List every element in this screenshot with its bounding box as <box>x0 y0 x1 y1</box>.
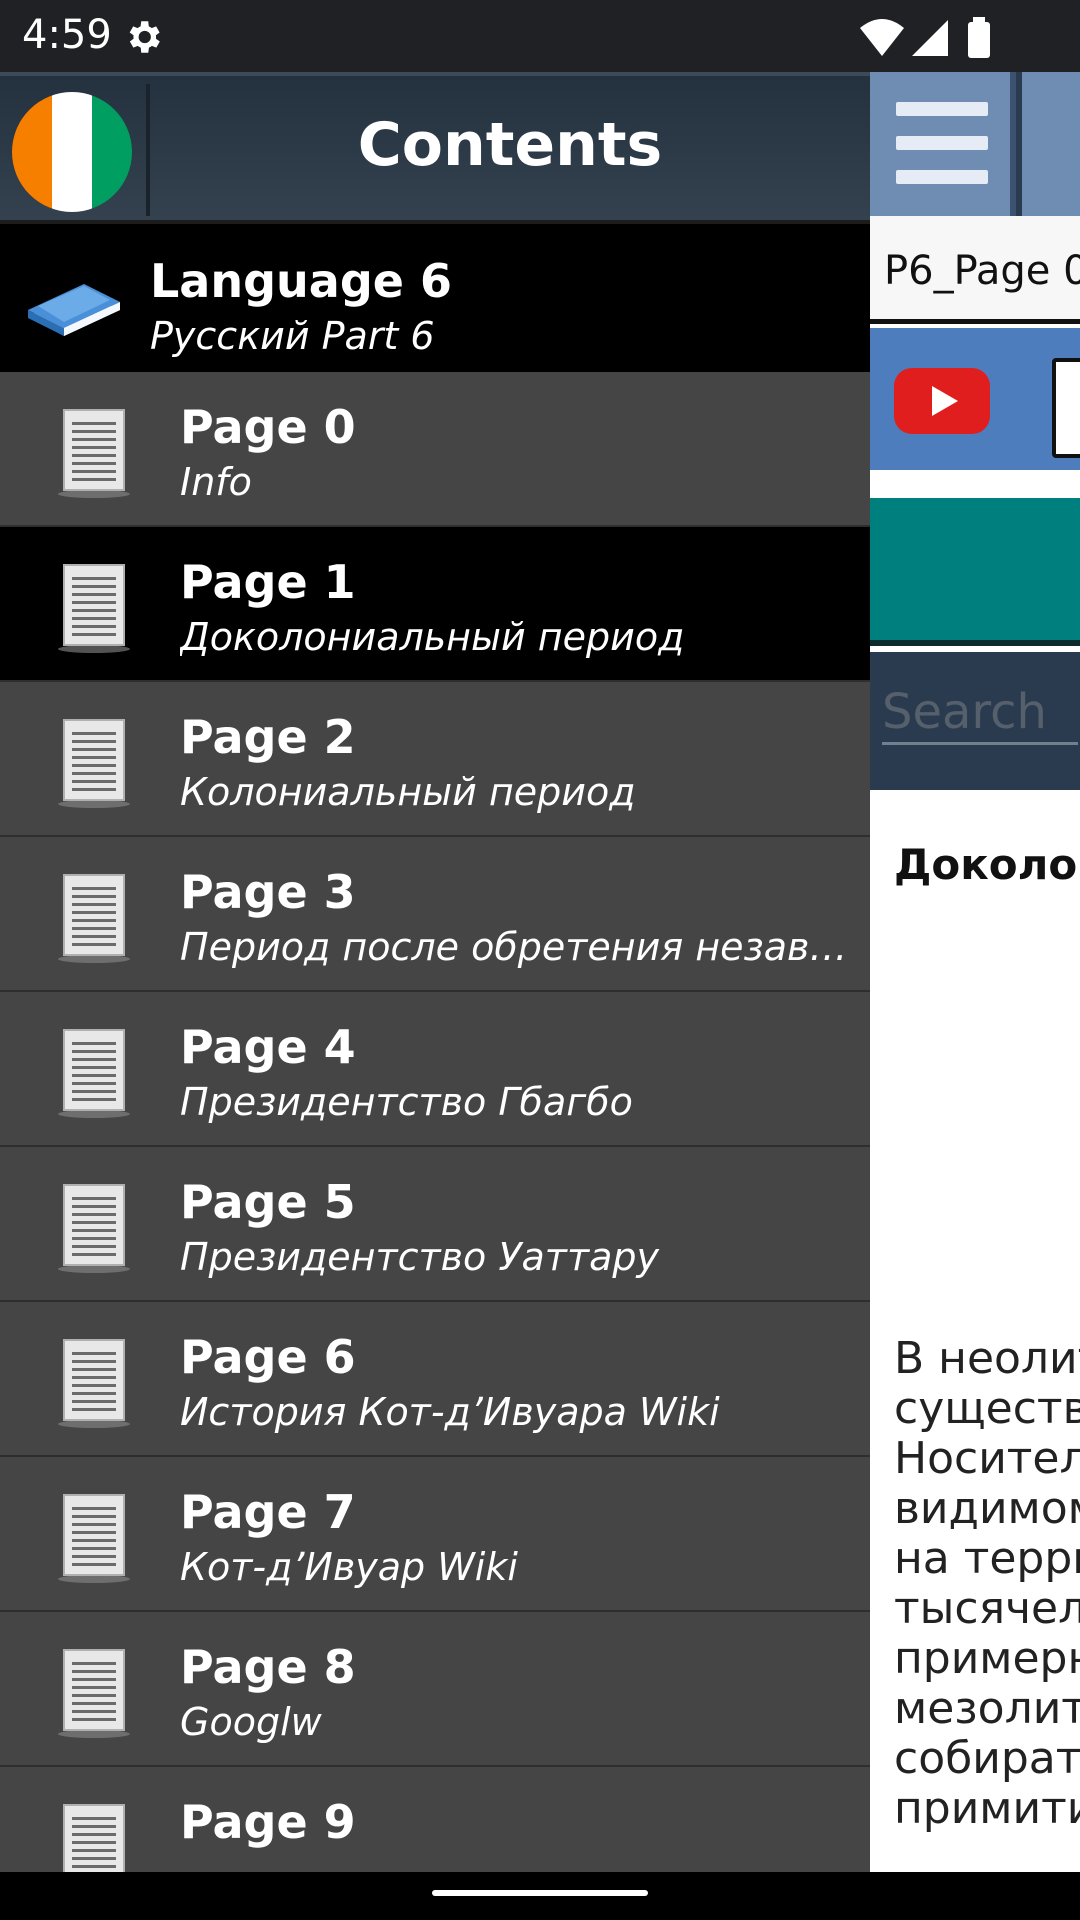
battery-icon <box>968 22 990 58</box>
navigation-drawer: Contents Language 6 Русский Part 6 Page … <box>0 72 870 1872</box>
content-page: P6_Page 0 Доколон В неолит существ Носит… <box>870 72 1080 1872</box>
page-item-title: Page 1 <box>180 555 356 609</box>
page-item-3[interactable]: Page 3 Период после обретения независимос… <box>0 837 870 992</box>
hamburger-icon-line <box>896 170 988 184</box>
page-item-subtitle: Президентство Гбагбо <box>180 1080 633 1124</box>
youtube-icon[interactable] <box>894 368 990 434</box>
article-line: мезолит <box>894 1683 1080 1734</box>
book-item[interactable]: Language 6 Русский Part 6 <box>0 224 870 372</box>
toolbar-button[interactable] <box>1022 72 1080 216</box>
drawer-title: Contents <box>357 110 663 180</box>
page-item-subtitle: Период после обретения независимости <box>180 925 860 969</box>
page-item-subtitle: Кот-д’Ивуар Wiki <box>180 1545 518 1589</box>
page-item-4[interactable]: Page 4 Президентство Гбагбо <box>0 992 870 1147</box>
page-item-title: Page 9 <box>180 1795 356 1849</box>
page-list: Page 0 Info Page 1 Доколониальный период Pag… <box>0 372 870 1872</box>
page-item-subtitle: Googlw <box>180 1700 322 1744</box>
document-icon <box>56 1803 132 1872</box>
book-subtitle: Русский Part 6 <box>150 314 435 358</box>
flag-stripe-white <box>52 92 92 212</box>
article-line: тысячел <box>894 1583 1080 1634</box>
hamburger-icon-line <box>896 136 988 150</box>
page-item-7[interactable]: Page 7 Кот-д’Ивуар Wiki <box>0 1457 870 1612</box>
page-name: P6_Page 0 <box>884 248 1080 294</box>
document-icon <box>56 1648 132 1738</box>
hamburger-icon <box>896 102 988 116</box>
page-item-subtitle: Колониальный период <box>180 770 636 814</box>
search-input[interactable] <box>882 682 1078 745</box>
status-bar: 4:59 <box>0 0 1080 72</box>
document-icon <box>56 1183 132 1273</box>
flag-stripe-green <box>92 92 132 212</box>
document-icon <box>56 1028 132 1118</box>
page-name-bar: P6_Page 0 <box>870 216 1080 324</box>
media-bar <box>870 328 1080 470</box>
navigation-bar <box>0 1872 1080 1920</box>
page-item-6[interactable]: Page 6 История Кот-д’Ивуара Wiki <box>0 1302 870 1457</box>
page-item-subtitle: Президентство Уаттару <box>180 1235 659 1279</box>
teal-banner <box>870 498 1080 646</box>
page-item-5[interactable]: Page 5 Президентство Уаттару <box>0 1147 870 1302</box>
article-text: В неолит существ Носител видимом на терр… <box>894 1334 1080 1834</box>
top-toolbar <box>870 72 1080 216</box>
page-item-9[interactable]: Page 9 <box>0 1767 870 1872</box>
wifi-icon <box>860 19 904 56</box>
book-title: Language 6 <box>150 254 452 308</box>
document-icon <box>56 563 132 653</box>
article-line: В неолит <box>894 1333 1080 1384</box>
page-item-0[interactable]: Page 0 Info <box>0 372 870 527</box>
document-icon <box>56 1338 132 1428</box>
drawer-header: Contents <box>0 72 870 220</box>
page-item-title: Page 3 <box>180 865 356 919</box>
page-item-title: Page 0 <box>180 400 356 454</box>
book-icon <box>28 284 120 336</box>
page-item-title: Page 6 <box>180 1330 356 1384</box>
page-item-title: Page 8 <box>180 1640 356 1694</box>
article-line: Носител <box>894 1433 1080 1484</box>
page-item-subtitle: История Кот-д’Ивуара Wiki <box>180 1390 720 1434</box>
page-item-1[interactable]: Page 1 Доколониальный период <box>0 527 870 682</box>
document-icon <box>56 1493 132 1583</box>
home-gesture-handle[interactable] <box>432 1890 648 1896</box>
status-time: 4:59 <box>22 12 112 58</box>
cell-signal-icon <box>912 20 948 56</box>
system-status-icons <box>860 17 990 58</box>
page-item-title: Page 7 <box>180 1485 356 1539</box>
document-icon <box>56 408 132 498</box>
page-item-subtitle: Info <box>180 460 252 504</box>
cote-divoire-flag-icon[interactable] <box>12 92 132 212</box>
page-item-8[interactable]: Page 8 Googlw <box>0 1612 870 1767</box>
article-line: на терри <box>894 1533 1080 1584</box>
page-item-2[interactable]: Page 2 Колониальный период <box>0 682 870 837</box>
article-line: собирато <box>894 1733 1080 1784</box>
article-line: видимом <box>894 1483 1080 1534</box>
article-line: примити <box>894 1783 1080 1834</box>
settings-gear-icon <box>129 21 160 53</box>
document-icon[interactable] <box>1052 358 1080 458</box>
page-item-title: Page 4 <box>180 1020 356 1074</box>
page-item-subtitle: Доколониальный период <box>180 615 685 659</box>
article-title: Доколон <box>894 840 1080 889</box>
article-line: примерн <box>894 1633 1080 1684</box>
search-bar <box>870 652 1080 790</box>
document-icon <box>56 718 132 808</box>
page-item-title: Page 2 <box>180 710 356 764</box>
menu-button[interactable] <box>870 72 1016 216</box>
page-item-title: Page 5 <box>180 1175 356 1229</box>
flag-stripe-orange <box>12 92 52 212</box>
document-icon <box>56 873 132 963</box>
article-line: существ <box>894 1383 1080 1434</box>
